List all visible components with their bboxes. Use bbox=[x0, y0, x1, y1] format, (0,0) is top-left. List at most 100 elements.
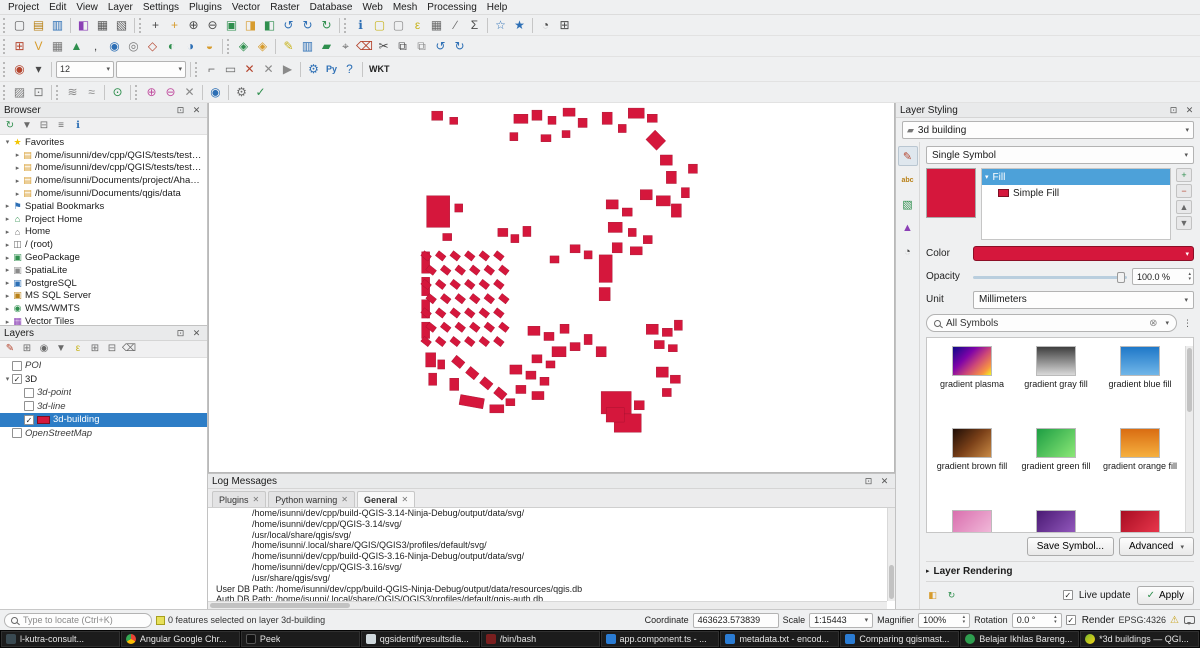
close-panel-icon[interactable]: ✕ bbox=[190, 327, 203, 340]
symbol-options-icon[interactable]: ⋮ bbox=[1181, 317, 1194, 330]
annotation-font-combo[interactable]: 12▾ bbox=[56, 61, 114, 78]
remove-highlight-button[interactable]: ✕ bbox=[180, 83, 199, 101]
plugin-settings-button[interactable]: ⚙ bbox=[232, 83, 251, 101]
select-by-expression-button[interactable]: ε bbox=[408, 16, 427, 34]
toolbar-grip[interactable] bbox=[3, 18, 7, 33]
close-icon[interactable]: ✕ bbox=[402, 495, 409, 504]
move-symbol-layer-down-button[interactable]: ▼ bbox=[1176, 216, 1192, 230]
add-wms-layer-button[interactable]: ◐ bbox=[162, 37, 181, 55]
save-symbol-button[interactable]: Save Symbol... bbox=[1027, 537, 1114, 556]
undo-edit-button[interactable]: ↺ bbox=[431, 37, 450, 55]
add-xyz-layer-button[interactable]: ◒ bbox=[200, 37, 219, 55]
diagrams-tab[interactable]: ▲ bbox=[898, 218, 918, 238]
symbol-gradient-brown-fill[interactable]: gradient brown fill bbox=[931, 428, 1013, 508]
coordinate-input[interactable]: 463623.573839 bbox=[693, 613, 779, 628]
log-horizontal-scrollbar[interactable] bbox=[208, 601, 887, 609]
menu-help[interactable]: Help bbox=[482, 2, 513, 13]
add-delimited-text-button[interactable]: , bbox=[86, 37, 105, 55]
new-text-annotation-button[interactable]: ▭ bbox=[221, 60, 240, 78]
expander-icon[interactable]: ▸ bbox=[3, 254, 12, 262]
menu-database[interactable]: Database bbox=[305, 2, 358, 13]
crs-badge[interactable]: EPSG:4326 bbox=[1119, 615, 1167, 625]
styling-layer-select[interactable]: ▰ 3d building ▾ bbox=[902, 121, 1194, 139]
expander-icon[interactable]: ▾ bbox=[3, 138, 12, 146]
layer-checkbox[interactable] bbox=[24, 388, 34, 398]
redo-edit-button[interactable]: ↻ bbox=[450, 37, 469, 55]
layer-item-3d-point[interactable]: 3d-point bbox=[0, 386, 207, 400]
spin-arrows-icon[interactable]: ▴▾ bbox=[963, 615, 966, 625]
close-panel-icon[interactable]: ✕ bbox=[1183, 104, 1196, 117]
filter-legend-button[interactable]: ▼ bbox=[53, 342, 69, 357]
labels-tab[interactable]: abc bbox=[898, 170, 918, 190]
browser-item-home-isunni-documents-project-aha2-ro[interactable]: ▸▤/home/isunni/Documents/project/Aha2-ro bbox=[0, 174, 207, 187]
float-panel-icon[interactable]: ⊡ bbox=[1167, 104, 1180, 117]
symbol-gradient-gray-fill[interactable]: gradient gray fill bbox=[1015, 346, 1097, 426]
layer-checkbox[interactable] bbox=[12, 374, 22, 384]
log-tab-general[interactable]: General✕ bbox=[357, 491, 415, 507]
browser-item-ms-sql-server[interactable]: ▸▣MS SQL Server bbox=[0, 290, 207, 303]
delete-selected-button[interactable]: ⌫ bbox=[355, 37, 374, 55]
browser-item-home[interactable]: ▸⌂Home bbox=[0, 226, 207, 239]
copy-features-button[interactable]: ⧉ bbox=[393, 37, 412, 55]
menu-mesh[interactable]: Mesh bbox=[388, 2, 422, 13]
plugin-check-button[interactable]: ✓ bbox=[251, 83, 270, 101]
paste-features-button[interactable]: ⧉ bbox=[412, 37, 431, 55]
taskbar-item-peek[interactable]: Peek bbox=[241, 631, 360, 647]
taskbar-item-metadata-txt-encod[interactable]: metadata.txt - encod... bbox=[720, 631, 839, 647]
expander-icon[interactable]: ▸ bbox=[13, 190, 22, 198]
refresh-style-icon[interactable]: ↻ bbox=[945, 589, 958, 602]
menu-view[interactable]: View bbox=[71, 2, 103, 13]
menu-processing[interactable]: Processing bbox=[422, 2, 481, 13]
open-attribute-table-button[interactable]: ▦ bbox=[427, 16, 446, 34]
taskbar-item-comparing-qgismast[interactable]: Comparing qgismast... bbox=[840, 631, 959, 647]
history-tab[interactable]: ◔ bbox=[898, 242, 918, 262]
apply-button[interactable]: ✓ Apply bbox=[1137, 586, 1194, 605]
layer-item-3d-building[interactable]: 3d-building bbox=[0, 413, 207, 427]
pan-to-selection-button[interactable]: + bbox=[165, 16, 184, 34]
symbol-gradient-blue-fill[interactable]: gradient blue fill bbox=[1099, 346, 1181, 426]
taskbar-item-belajar-ikhlas-bareng[interactable]: Belajar Ikhlas Bareng... bbox=[960, 631, 1079, 647]
browser-collapse-all-button[interactable]: ⊟ bbox=[36, 119, 52, 134]
move-symbol-layer-up-button[interactable]: ▲ bbox=[1176, 200, 1192, 214]
save-layer-edits-button[interactable]: ▥ bbox=[298, 37, 317, 55]
add-mesh-layer-button[interactable]: ▲ bbox=[67, 37, 86, 55]
browser-item-home-isunni-documents-qgis-data[interactable]: ▸▤/home/isunni/Documents/qgis/data bbox=[0, 187, 207, 200]
zoom-full-button[interactable]: ▣ bbox=[222, 16, 241, 34]
browser-filter-button[interactable]: ▼ bbox=[19, 119, 35, 134]
expander-icon[interactable]: ▸ bbox=[3, 292, 12, 300]
toolbar-grip[interactable] bbox=[139, 18, 143, 33]
log-tab-python-warning[interactable]: Python warning✕ bbox=[268, 491, 355, 507]
new-geopackage-layer-button[interactable]: ◈ bbox=[234, 37, 253, 55]
map-canvas[interactable] bbox=[208, 103, 895, 473]
identify-features-button[interactable]: ℹ bbox=[351, 16, 370, 34]
add-wfs-layer-button[interactable]: ◑ bbox=[181, 37, 200, 55]
new-bookmark-button[interactable]: ☆ bbox=[491, 16, 510, 34]
help-button-button[interactable]: ? bbox=[340, 60, 359, 78]
save-project-button[interactable]: ▥ bbox=[48, 16, 67, 34]
zoom-out-highlight-button[interactable]: ⊖ bbox=[161, 83, 180, 101]
close-icon[interactable]: ✕ bbox=[341, 495, 348, 504]
zoom-out-button[interactable]: ⊖ bbox=[203, 16, 222, 34]
expander-icon[interactable]: ▸ bbox=[3, 305, 12, 313]
browser-item-root[interactable]: ▸◫/ (root) bbox=[0, 238, 207, 251]
close-icon[interactable]: ✕ bbox=[253, 495, 260, 504]
toolbar-grip[interactable] bbox=[227, 39, 231, 54]
layer-item-3d[interactable]: ▾3D bbox=[0, 373, 207, 387]
map-tips-button[interactable]: ⌐ bbox=[202, 60, 221, 78]
symbol-search-box[interactable]: All Symbols ⊗ ▾ bbox=[926, 314, 1177, 332]
expander-icon[interactable]: ▸ bbox=[3, 228, 12, 236]
renderer-select[interactable]: Single Symbol ▾ bbox=[926, 146, 1194, 164]
warning-icon[interactable]: ⚠ bbox=[1170, 615, 1179, 626]
symbol-tree-fill-row[interactable]: ▾ Fill bbox=[982, 169, 1170, 185]
new-map-view-button[interactable]: ⊞ bbox=[555, 16, 574, 34]
advanced-button[interactable]: Advanced ▾ bbox=[1119, 537, 1194, 556]
expander-icon[interactable]: ▸ bbox=[3, 241, 12, 249]
collapse-all-layers-button[interactable]: ⊟ bbox=[104, 342, 120, 357]
toolbar-grip[interactable] bbox=[56, 85, 60, 100]
browser-item-wms-wmts[interactable]: ▸◉WMS/WMTS bbox=[0, 302, 207, 315]
coordinate-capture-button[interactable]: ⊙ bbox=[108, 83, 127, 101]
close-panel-icon[interactable]: ✕ bbox=[190, 104, 203, 117]
float-panel-icon[interactable]: ⊡ bbox=[174, 104, 187, 117]
add-raster-layer-button[interactable]: ▦ bbox=[48, 37, 67, 55]
show-bookmarks-button[interactable]: ★ bbox=[510, 16, 529, 34]
